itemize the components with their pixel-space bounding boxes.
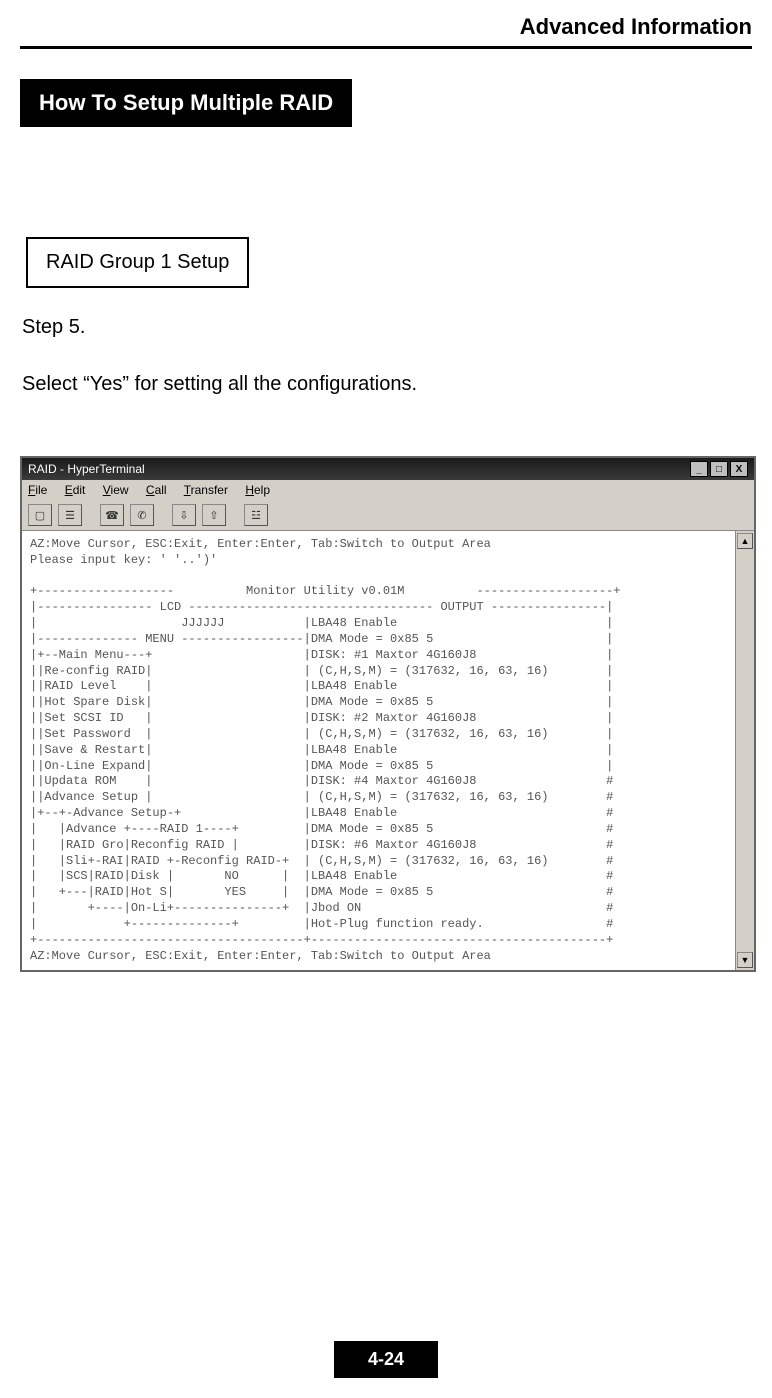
close-button[interactable]: X (730, 461, 748, 477)
menu-transfer[interactable]: Transfer (184, 483, 228, 497)
menu-file[interactable]: FFileile (28, 483, 47, 497)
menu-edit[interactable]: Edit (65, 483, 86, 497)
page-number: 4-24 (334, 1341, 438, 1378)
step-label: Step 5. (22, 316, 752, 339)
scroll-up-icon[interactable]: ▲ (737, 533, 753, 549)
scrollbar[interactable]: ▲ ▼ (735, 531, 754, 970)
header-rule (20, 46, 752, 49)
receive-icon[interactable]: ⇧ (202, 504, 226, 526)
window-title: RAID - HyperTerminal (28, 462, 145, 476)
maximize-button[interactable]: □ (710, 461, 728, 477)
disconnect-icon[interactable]: ✆ (130, 504, 154, 526)
toolbar: ▢ ☰ ☎ ✆ ⇩ ⇧ ☳ (22, 500, 754, 531)
new-doc-icon[interactable]: ▢ (28, 504, 52, 526)
section-heading: How To Setup Multiple RAID (20, 79, 352, 127)
instruction-text: Select “Yes” for setting all the configu… (22, 373, 752, 396)
send-icon[interactable]: ⇩ (172, 504, 196, 526)
window-titlebar: RAID - HyperTerminal _ □ X (22, 458, 754, 480)
properties-icon[interactable]: ☳ (244, 504, 268, 526)
window-sysbuttons: _ □ X (690, 461, 748, 477)
menu-view[interactable]: View (103, 483, 129, 497)
scroll-down-icon[interactable]: ▼ (737, 952, 753, 968)
callout-box: RAID Group 1 Setup (26, 237, 249, 288)
menu-help[interactable]: Help (245, 483, 270, 497)
menubar: FFileile Edit View Call Transfer Help (22, 480, 754, 500)
menu-call[interactable]: Call (146, 483, 167, 497)
terminal-output: AZ:Move Cursor, ESC:Exit, Enter:Enter, T… (22, 531, 735, 970)
hyperterminal-window: RAID - HyperTerminal _ □ X FFileile Edit… (20, 456, 756, 972)
minimize-button[interactable]: _ (690, 461, 708, 477)
page-header-title: Advanced Information (20, 0, 752, 40)
connect-icon[interactable]: ☎ (100, 504, 124, 526)
open-icon[interactable]: ☰ (58, 504, 82, 526)
